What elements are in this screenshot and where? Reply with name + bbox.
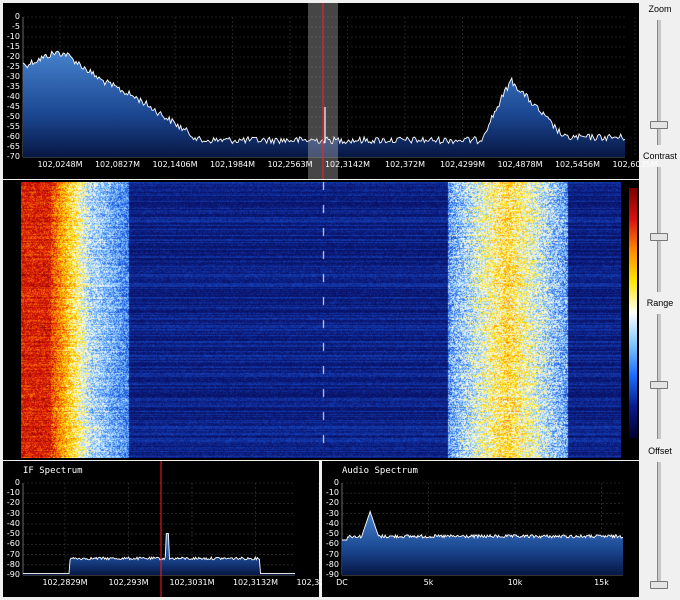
contrast-slider-thumb[interactable] bbox=[650, 233, 668, 241]
if-spectrum-plot[interactable] bbox=[3, 461, 319, 597]
x-tick-label: 102,2829M bbox=[42, 578, 88, 587]
x-tick-label: 15k bbox=[594, 578, 609, 587]
range-slider-track[interactable] bbox=[657, 314, 661, 439]
zoom-slider-thumb[interactable] bbox=[650, 121, 668, 129]
x-tick-label: 102,3142M bbox=[324, 160, 371, 169]
x-tick-label: 102,2563M bbox=[267, 160, 313, 169]
waterfall-color-scale bbox=[629, 188, 637, 438]
contrast-slider-track[interactable] bbox=[657, 167, 661, 292]
range-slider-thumb[interactable] bbox=[650, 381, 668, 389]
offset-slider-track[interactable] bbox=[657, 462, 661, 587]
x-tick-label: 102,0827M bbox=[94, 160, 141, 169]
if-spectrum-panel[interactable]: IF Spectrum 0 -10 -20 -30 -40 -50 -60 -70 -80 -90… bbox=[3, 461, 342, 597]
x-tick-label: 102,6035M bbox=[612, 160, 658, 169]
x-tick-label: 102,3132M bbox=[232, 578, 279, 587]
x-tick-label: DC bbox=[336, 578, 348, 587]
x-tick-label: 5k bbox=[423, 578, 434, 587]
x-tick-label: 102,372M bbox=[385, 160, 425, 169]
x-tick-label: 102,0248M bbox=[37, 160, 83, 169]
x-tick-label: 102,3031M bbox=[169, 578, 215, 587]
waterfall-display[interactable] bbox=[21, 182, 621, 458]
main-spectrum-panel[interactable]: 0 -5 -10 -15 -20 -25 -30 -35 -40 -45 -50 -55 -60 -65-… bbox=[3, 3, 658, 179]
spectrum-trace bbox=[342, 510, 624, 541]
x-tick-label: 102,5456M bbox=[554, 160, 601, 169]
range-label: Range bbox=[646, 298, 674, 308]
audio-spectrum-panel[interactable]: Audio Spectrum 0 -10 -20 -30 -40 -50 -60 -70 -80… bbox=[322, 461, 639, 597]
audio-spectrum-plot[interactable] bbox=[322, 461, 639, 597]
x-tick-label: 102,1984M bbox=[209, 160, 256, 169]
waterfall-panel[interactable] bbox=[3, 180, 639, 460]
zoom-label: Zoom bbox=[648, 4, 672, 14]
offset-label: Offset bbox=[648, 446, 672, 456]
x-tick-label: 102,1406M bbox=[152, 160, 198, 169]
x-tick-label: 102,4878M bbox=[497, 160, 543, 169]
x-tick-label: 10k bbox=[507, 578, 523, 587]
x-tick-label: 102,293M bbox=[108, 578, 149, 587]
main-spectrum-plot[interactable] bbox=[3, 3, 639, 179]
spectrum-fill bbox=[342, 511, 623, 575]
contrast-label: Contrast bbox=[642, 151, 677, 161]
offset-slider-thumb[interactable] bbox=[650, 581, 668, 589]
x-tick-label: 102,4299M bbox=[439, 160, 486, 169]
